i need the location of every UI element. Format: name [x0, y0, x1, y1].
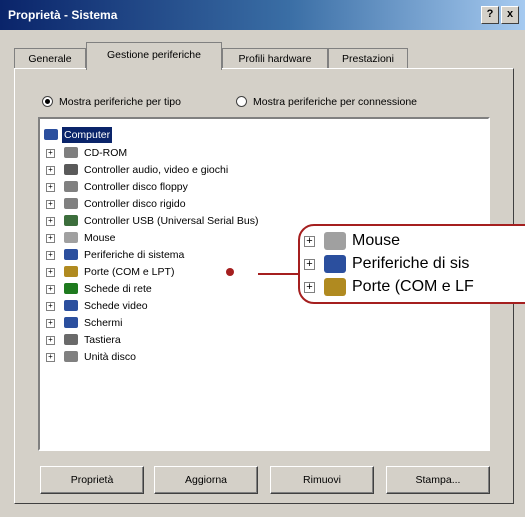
system-properties-window: Proprietà - Sistema ? x Generale Gestion… [0, 0, 525, 517]
usb-icon [64, 215, 78, 226]
mouse-icon [64, 232, 78, 243]
tab-gestione-periferiche[interactable]: Gestione periferiche [86, 42, 222, 70]
refresh-button[interactable]: Aggiorna [154, 466, 258, 494]
tree-item-label: Unità disco [84, 351, 136, 363]
radio-label: Mostra periferiche per connessione [253, 96, 418, 108]
expand-icon: + [304, 282, 315, 293]
system-device-icon [324, 255, 346, 273]
port-icon [324, 278, 346, 296]
tree-item-label: Controller audio, video e giochi [84, 164, 229, 176]
tree-item-label: Controller disco rigido [84, 198, 186, 210]
tree-item-label: Schede di rete [84, 283, 152, 295]
harddisk-icon [64, 198, 78, 209]
tab-generale[interactable]: Generale [14, 48, 86, 69]
tree-item-label: Controller disco floppy [84, 181, 188, 193]
radio-unselected-icon [236, 95, 247, 107]
radio-label: Mostra periferiche per tipo [59, 96, 181, 108]
tree-item-label: Tastiera [84, 334, 121, 346]
close-button[interactable]: x [501, 6, 519, 24]
expand-icon[interactable]: + [46, 268, 55, 277]
tree-item-label: Periferiche di sistema [84, 249, 185, 261]
tree-item-label: Schermi [84, 317, 123, 329]
help-button[interactable]: ? [481, 6, 499, 24]
expand-icon[interactable]: + [46, 234, 55, 243]
tree-root-label: Computer [62, 127, 113, 143]
tab-prestazioni[interactable]: Prestazioni [328, 48, 408, 69]
expand-icon[interactable]: + [46, 319, 55, 328]
expand-icon[interactable]: + [46, 183, 55, 192]
title-bar[interactable]: Proprietà - Sistema ? x [0, 0, 525, 30]
tree-item-label: Controller USB (Universal Serial Bus) [84, 215, 259, 227]
expand-icon: + [304, 259, 315, 270]
radio-view-by-type[interactable]: Mostra periferiche per tipo [42, 95, 181, 108]
tree-item-label: Porte (COM e LPT) [84, 266, 175, 278]
expand-icon[interactable]: + [46, 302, 55, 311]
disk-drive-icon [64, 351, 78, 362]
cdrom-icon [64, 147, 78, 158]
expand-icon[interactable]: + [46, 251, 55, 260]
audio-icon [64, 164, 78, 175]
mouse-icon [324, 232, 346, 250]
floppy-icon [64, 181, 78, 192]
callout-item-label: Porte (COM e LF [352, 278, 474, 295]
remove-button[interactable]: Rimuovi [270, 466, 374, 494]
zoom-callout: + Mouse + Periferiche di sis + Porte (CO… [298, 224, 525, 304]
port-icon [64, 266, 78, 277]
expand-icon[interactable]: + [46, 353, 55, 362]
callout-item-label: Mouse [352, 232, 401, 249]
tree-item-label: CD-ROM [84, 147, 128, 159]
expand-icon[interactable]: + [46, 200, 55, 209]
radio-view-by-connection[interactable]: Mostra periferiche per connessione [236, 95, 418, 108]
network-card-icon [64, 283, 78, 294]
radio-selected-icon [42, 95, 53, 107]
video-card-icon [64, 300, 78, 311]
computer-icon [44, 129, 58, 140]
keyboard-icon [64, 334, 78, 345]
monitor-icon [64, 317, 78, 328]
expand-icon[interactable]: + [46, 285, 55, 294]
tree-item-label: Mouse [84, 232, 116, 244]
expand-icon[interactable]: + [46, 217, 55, 226]
expand-icon[interactable]: + [46, 149, 55, 158]
expand-icon: + [304, 236, 315, 247]
print-button[interactable]: Stampa... [386, 466, 490, 494]
window-title: Proprietà - Sistema [8, 8, 118, 22]
tree-item-label: Schede video [84, 300, 148, 312]
callout-item-label: Periferiche di sis [352, 255, 470, 272]
properties-button[interactable]: Proprietà [40, 466, 144, 494]
callout-connector-dot [226, 268, 234, 276]
expand-icon[interactable]: + [46, 336, 55, 345]
tab-profili-hardware[interactable]: Profili hardware [222, 48, 328, 69]
system-device-icon [64, 249, 78, 260]
expand-icon[interactable]: + [46, 166, 55, 175]
